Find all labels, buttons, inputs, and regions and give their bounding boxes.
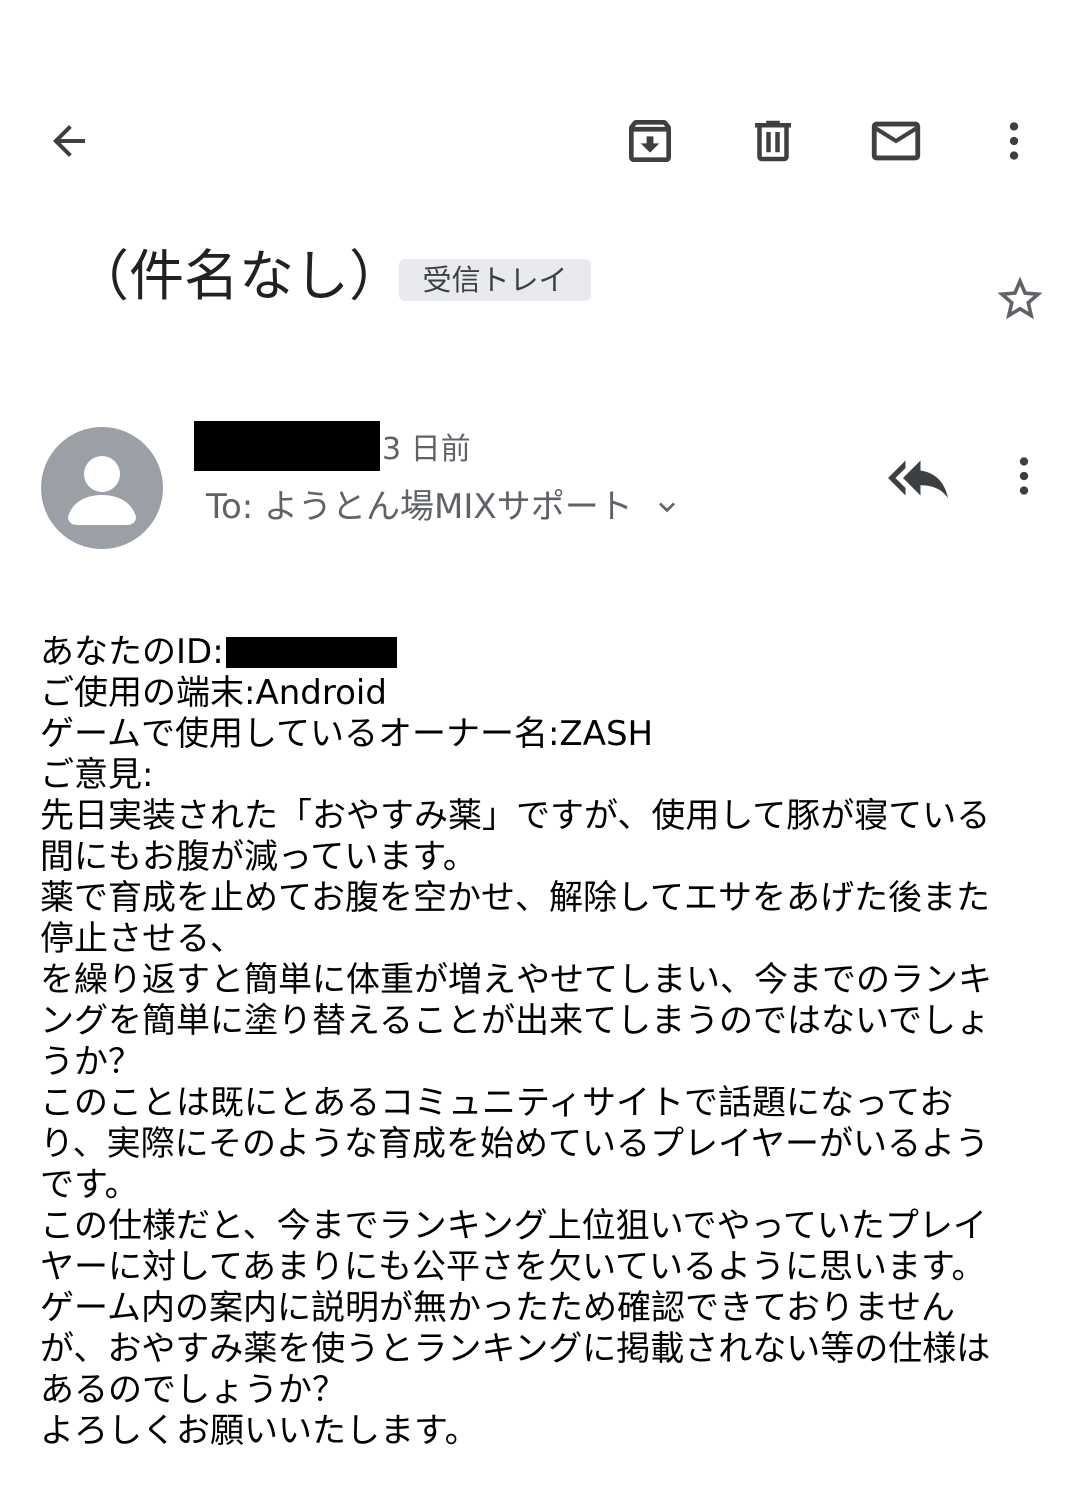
more-vert-icon [999,451,1049,505]
trash-icon [746,114,800,168]
body-line: ングを簡単に塗り替えることが出来てしまうのではないでしょ [40,1001,990,1041]
email-body: あなたのID: ご使用の端末:Android ゲームで使用しているオーナー名:Z… [40,632,1025,1452]
recipient-details-toggle[interactable]: To: ようとん場MIXサポート [206,484,683,530]
body-line: このことは既にとあるコミュニティサイトで話題になってお [40,1083,954,1123]
body-line: あなたのID: [40,632,1025,673]
reply-all-icon [888,448,948,512]
archive-button[interactable] [614,105,686,177]
body-line: 先日実装された「おやすみ薬」ですが、使用して豚が寝ている [40,796,991,836]
body-line: うか？ [40,1042,142,1082]
archive-icon [622,113,678,169]
star-outline-icon [993,272,1047,330]
body-line: を繰り返すと簡単に体重が増えやせてしまい、今までのランキ [40,960,992,1000]
person-icon [41,456,163,549]
more-options-button[interactable] [978,105,1050,177]
email-subject: （件名なし） [74,244,405,308]
message-time: 3 日前 [382,432,471,467]
delete-button[interactable] [737,105,809,177]
body-line: 間にもお腹が減っています。 [40,837,477,877]
chevron-down-icon [651,491,683,523]
body-line-text: あなたのID: [40,632,224,672]
sender-name-redacted [194,421,380,471]
body-line: よろしくお願いいたします。 [40,1411,479,1451]
body-line: ゲーム内の案内に説明が無かったため確認できておりません [40,1288,955,1328]
back-button[interactable] [33,105,105,177]
message-more-button[interactable] [988,442,1060,514]
body-line: 停止させる、 [40,919,244,959]
star-button[interactable] [984,265,1056,337]
user-id-redacted [225,637,397,668]
arrow-back-icon [45,117,93,165]
more-vert-icon [989,116,1039,166]
mail-icon [867,112,925,170]
body-line: ゲームで使用しているオーナー名:ZASH [40,714,654,754]
body-line: 薬で育成を止めてお腹を空かせ、解除してエサをあげた後また [40,878,990,918]
recipient-text: To: ようとん場MIXサポート [206,487,633,527]
email-view: （件名なし） 受信トレイ 3 日前 To: ようとん場MIXサポート あなたのI… [0,0,1080,1496]
body-line: ご使用の端末:Android [40,673,387,713]
body-line: この仕様だと、今までランキング上位狙いでやっていたプレイ [40,1206,987,1246]
inbox-label-chip[interactable]: 受信トレイ [399,259,591,301]
body-line: ご意見: [40,755,154,795]
mark-unread-button[interactable] [860,105,932,177]
body-line: が、おやすみ薬を使うとランキングに掲載されない等の仕様は [40,1329,991,1369]
body-line: あるのでしょうか？ [40,1370,346,1410]
body-line: ヤーに対してあまりにも公平さを欠いているように思います。 [40,1247,986,1287]
body-line: です。 [40,1165,139,1205]
body-line: り、実際にそのような育成を始めているプレイヤーがいるよう [40,1124,989,1164]
reply-all-button[interactable] [880,444,956,516]
avatar[interactable] [41,427,163,549]
